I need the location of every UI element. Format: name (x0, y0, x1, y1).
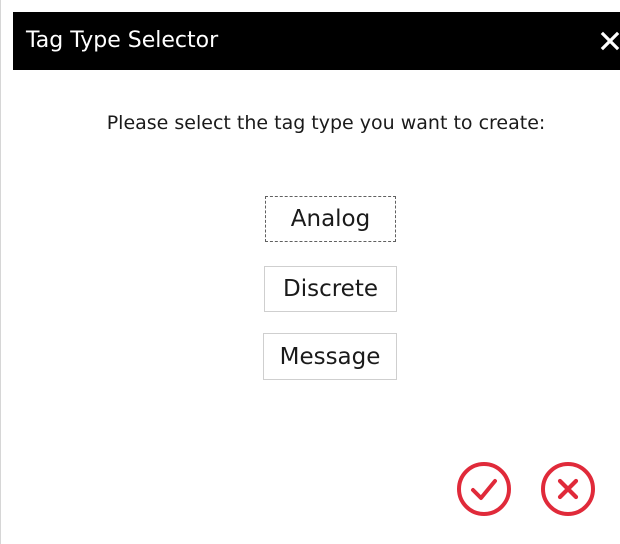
check-circle-icon (457, 462, 511, 516)
analog-button[interactable]: Analog (265, 196, 396, 242)
message-button[interactable]: Message (263, 333, 397, 380)
ok-button[interactable] (456, 461, 512, 517)
title-bar: Tag Type Selector (13, 12, 620, 70)
tag-type-selector-dialog: Tag Type Selector Please select the tag … (0, 0, 620, 544)
cancel-button[interactable] (540, 461, 596, 517)
x-circle-icon (541, 462, 595, 516)
dialog-title: Tag Type Selector (26, 28, 219, 53)
instruction-text: Please select the tag type you want to c… (106, 112, 546, 134)
close-icon[interactable] (598, 29, 620, 53)
discrete-button[interactable]: Discrete (264, 266, 397, 312)
